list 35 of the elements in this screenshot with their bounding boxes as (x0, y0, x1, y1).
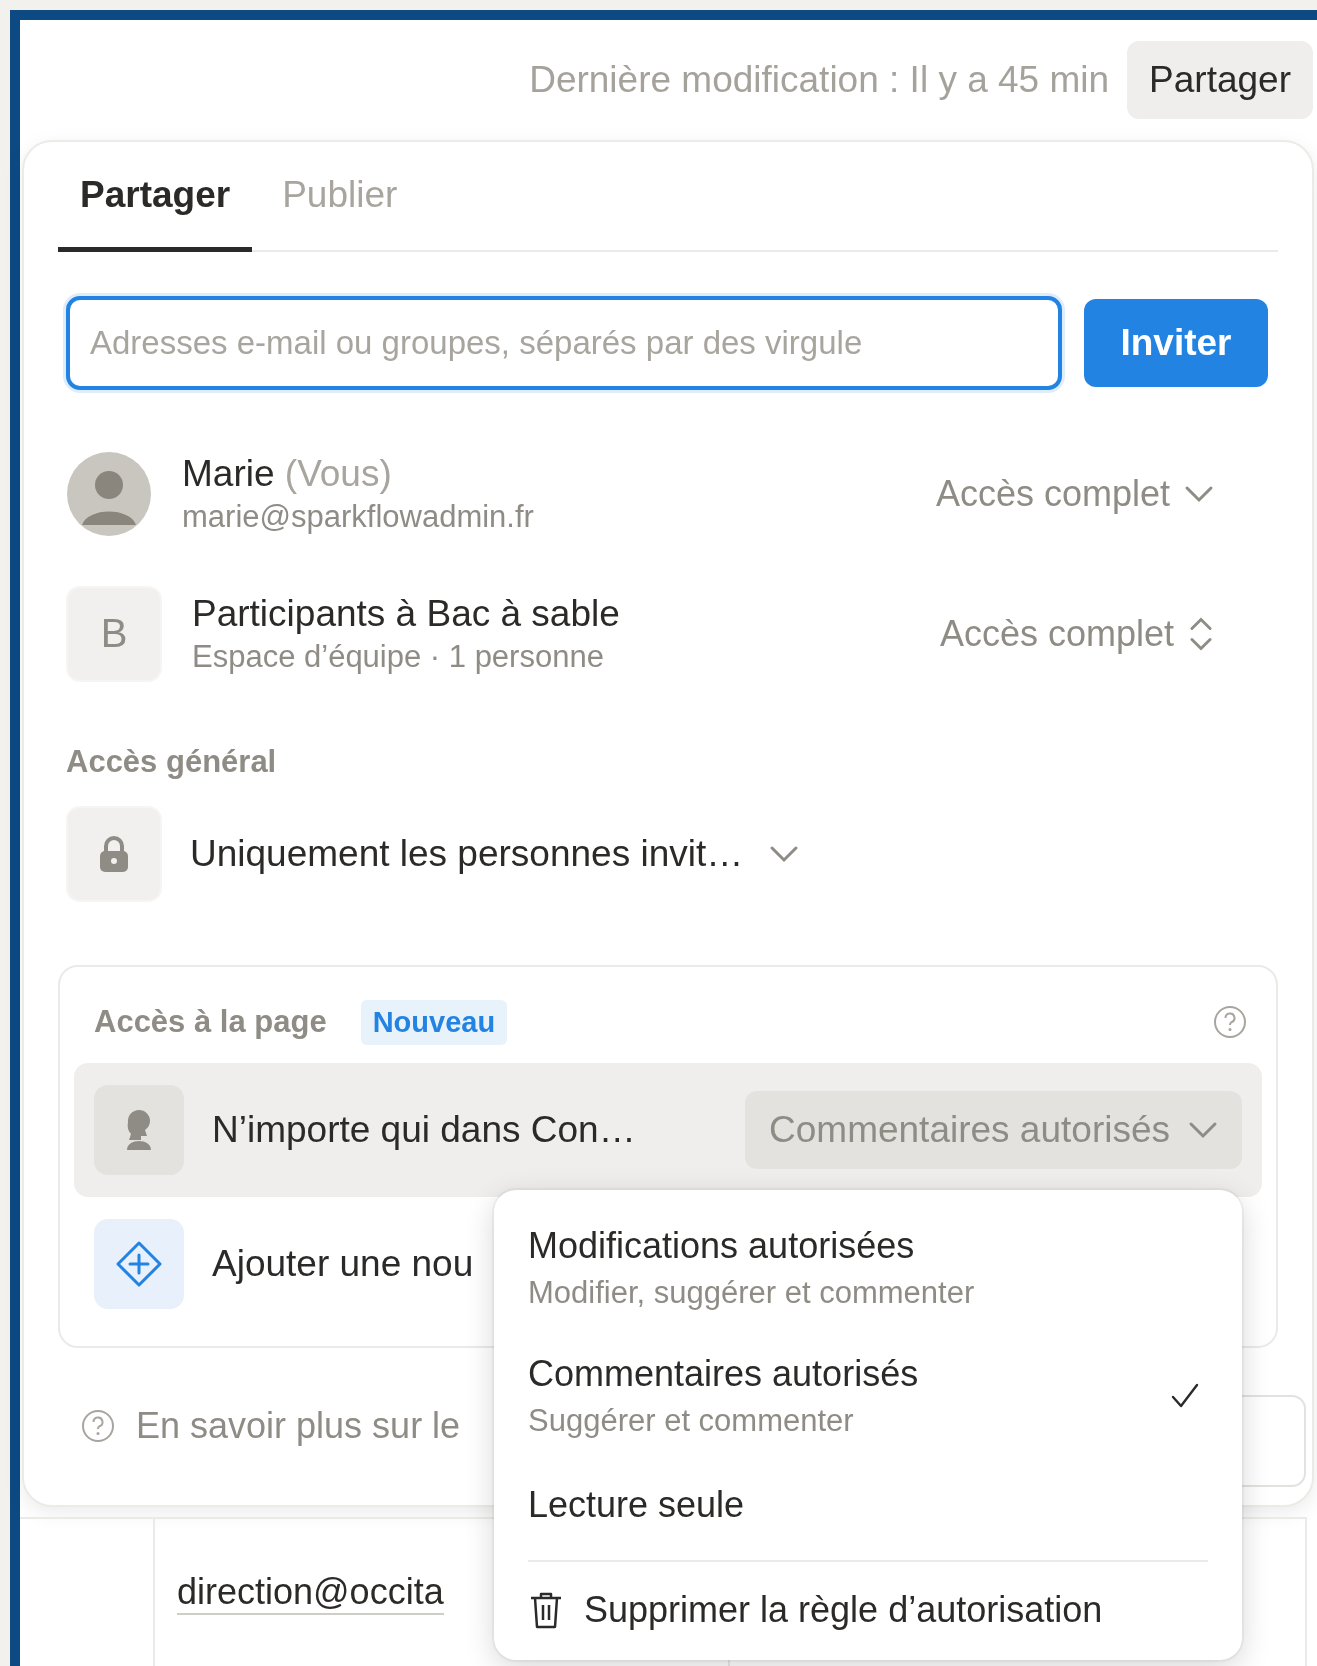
option-title: Commentaires autorisés (528, 1353, 920, 1395)
help-icon[interactable] (1212, 1004, 1248, 1041)
option-title: Modifications autorisées (528, 1225, 916, 1267)
section-heading: Accès général (66, 743, 278, 780)
add-tile[interactable] (94, 1219, 184, 1310)
chevron-down-icon (1184, 485, 1214, 504)
member-name: Participants à Bac à sable (192, 592, 621, 635)
diamond-plus-icon (115, 1240, 163, 1289)
share-button[interactable]: Partager (1127, 41, 1313, 119)
last-modified-text: Dernière modification : Il y a 45 min (529, 59, 1110, 101)
card-title: Accès à la page (94, 1004, 327, 1041)
chevron-down-icon (1188, 1121, 1218, 1140)
access-rule-row[interactable]: N’importe qui dans Con… Commentaires autorisés (74, 1063, 1262, 1198)
general-access-dropdown[interactable]: Uniquement les personnes invit… (190, 832, 800, 875)
panel-tab[interactable]: Partager (58, 142, 253, 253)
option-description: Modifier, suggérer et commenter (528, 1275, 976, 1311)
invite-button[interactable]: Inviter (1084, 299, 1268, 388)
rule-label: N’importe qui dans Con… (212, 1109, 637, 1152)
table-cell: direction@occita (177, 1570, 444, 1615)
invite-email-field[interactable]: Adresses e-mail ou groupes, séparés par des virgule (66, 296, 1062, 391)
option-title: Lecture seule (528, 1484, 746, 1526)
member-detail: marie@sparkflowadmin.fr (182, 499, 535, 536)
member-name: Marie (Vous) (182, 453, 393, 496)
chevron-down-icon (769, 844, 800, 863)
help-icon (80, 1408, 116, 1445)
option-description: Suggérer et commenter (528, 1403, 855, 1439)
permission-option[interactable]: Commentaires autorisés Suggérer et commenter (528, 1332, 1208, 1460)
lock-icon (97, 833, 131, 874)
permission-option[interactable]: Lecture seule (528, 1460, 1208, 1550)
delete-rule-button[interactable]: Supprimer la règle d’autorisation (528, 1562, 1208, 1658)
new-badge: Nouveau (360, 999, 508, 1045)
permission-option[interactable]: Modifications autorisées Modifier, suggérer et commenter (528, 1204, 1208, 1332)
member-detail: Espace d’équipe · 1 personne (192, 638, 605, 675)
group-initial: B (66, 585, 162, 682)
trash-icon (528, 1590, 564, 1630)
